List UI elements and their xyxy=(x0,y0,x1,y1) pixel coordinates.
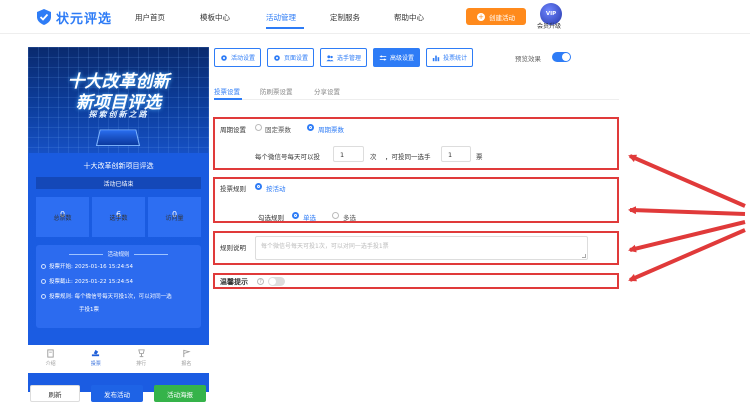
arrow-to-vote-rule xyxy=(628,206,746,216)
annotation-arrows xyxy=(628,154,746,282)
arrow-to-cycle-settings xyxy=(628,154,746,208)
